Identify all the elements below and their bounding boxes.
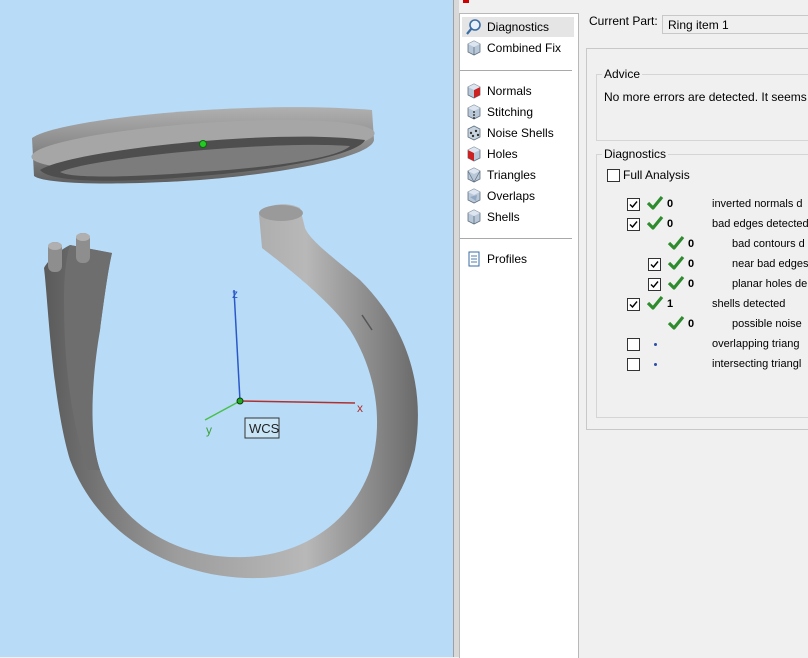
- nav-item-noise-shells[interactable]: Noise Shells: [462, 123, 574, 143]
- row-checkbox[interactable]: [648, 278, 661, 291]
- overlaps-cube-icon: [467, 188, 481, 204]
- advice-text: No more errors are detected. It seems t: [604, 90, 808, 104]
- status-ok-check-icon: [646, 215, 664, 230]
- row-count: 0: [688, 318, 695, 330]
- x-axis-label: x: [357, 401, 363, 415]
- nav-item-diagnostics[interactable]: Diagnostics: [462, 17, 574, 37]
- row-label: possible noise: [732, 318, 802, 330]
- row-count: 0: [688, 238, 695, 250]
- status-ok-check-icon: [667, 315, 685, 330]
- diagnostics-panel: Advice No more errors are detected. It s…: [586, 48, 808, 430]
- row-count: 0: [688, 258, 695, 270]
- current-part-field[interactable]: Ring item 1: [662, 15, 808, 34]
- row-checkbox[interactable]: [627, 338, 640, 351]
- nav-label: Noise Shells: [487, 126, 554, 140]
- row-label: bad edges detected: [712, 218, 808, 230]
- row-count: 0: [688, 278, 695, 290]
- tool-nav-panel: Diagnostics Combined Fix Normals Stitchi…: [459, 13, 579, 658]
- full-analysis-checkbox[interactable]: [607, 169, 620, 182]
- status-ok-check-icon: [667, 275, 685, 290]
- holes-cube-icon: [467, 146, 481, 162]
- nav-label: Profiles: [487, 252, 528, 266]
- magnifier-icon: [466, 19, 481, 35]
- row-count: 0: [667, 198, 674, 210]
- origin-point: [236, 397, 244, 405]
- document-icon: [468, 251, 480, 267]
- nav-label: Diagnostics: [487, 20, 550, 34]
- status-ok-check-icon: [667, 235, 685, 250]
- row-count: 0: [667, 218, 674, 230]
- row-checkbox[interactable]: [627, 298, 640, 311]
- row-label: overlapping triang: [712, 338, 800, 350]
- z-axis-label: z: [232, 287, 238, 301]
- z-axis: [233, 289, 241, 402]
- titlebar-fragment: [463, 0, 469, 3]
- nav-item-stitching[interactable]: Stitching: [462, 102, 574, 122]
- nav-label: Holes: [487, 147, 518, 161]
- nav-item-triangles[interactable]: Triangles: [462, 165, 574, 185]
- row-checkbox[interactable]: [648, 258, 661, 271]
- noise-shells-cube-icon: [467, 125, 481, 141]
- status-ok-check-icon: [646, 295, 664, 310]
- row-label: bad contours d: [732, 238, 805, 250]
- nav-separator: [460, 238, 572, 239]
- nav-separator: [460, 70, 572, 71]
- normals-cube-icon: [467, 83, 481, 99]
- status-pending-dot-icon: [654, 363, 657, 366]
- row-label: inverted normals d: [712, 198, 803, 210]
- advice-group: Advice No more errors are detected. It s…: [596, 67, 808, 141]
- row-label: near bad edges: [732, 258, 808, 270]
- diagnostics-group: Diagnostics Full Analysis 0 inverted nor…: [596, 147, 808, 418]
- nav-label: Shells: [487, 210, 520, 224]
- status-pending-dot-icon: [654, 343, 657, 346]
- triangles-cube-icon: [467, 167, 481, 183]
- status-ok-check-icon: [646, 195, 664, 210]
- selection-point[interactable]: [199, 140, 207, 148]
- row-checkbox[interactable]: [627, 358, 640, 371]
- shank-part[interactable]: [44, 204, 418, 579]
- status-ok-check-icon: [667, 255, 685, 270]
- row-count: 1: [667, 298, 674, 310]
- wcs-label: WCS: [249, 421, 280, 436]
- row-label: planar holes de: [732, 278, 808, 290]
- stitching-cube-icon: [467, 104, 481, 120]
- advice-title: Advice: [602, 67, 643, 81]
- top-band-part[interactable]: [30, 107, 376, 184]
- nav-label: Combined Fix: [487, 41, 562, 55]
- nav-label: Triangles: [487, 168, 536, 182]
- cube-icon: [467, 40, 481, 56]
- nav-item-shells[interactable]: Shells: [462, 207, 574, 227]
- nav-item-combined-fix[interactable]: Combined Fix: [462, 38, 574, 58]
- nav-item-overlaps[interactable]: Overlaps: [462, 186, 574, 206]
- nav-item-holes[interactable]: Holes: [462, 144, 574, 164]
- current-part-label: Current Part:: [589, 14, 658, 28]
- 3d-viewport[interactable]: z x y WCS: [0, 0, 453, 657]
- row-label: shells detected: [712, 298, 786, 310]
- diagnostics-title: Diagnostics: [602, 147, 669, 161]
- row-checkbox[interactable]: [627, 198, 640, 211]
- row-label: intersecting triangl: [712, 358, 802, 370]
- nav-label: Normals: [487, 84, 532, 98]
- nav-label: Stitching: [487, 105, 534, 119]
- y-axis-label: y: [206, 423, 212, 437]
- x-axis: [239, 400, 356, 404]
- nav-item-profiles[interactable]: Profiles: [462, 249, 574, 269]
- full-analysis-label: Full Analysis: [623, 168, 690, 182]
- nav-item-normals[interactable]: Normals: [462, 81, 574, 101]
- ring-model-render[interactable]: z x y WCS: [0, 0, 453, 657]
- row-checkbox[interactable]: [627, 218, 640, 231]
- nav-label: Overlaps: [487, 189, 536, 203]
- y-axis: [204, 400, 241, 421]
- shells-cube-icon: [467, 209, 481, 225]
